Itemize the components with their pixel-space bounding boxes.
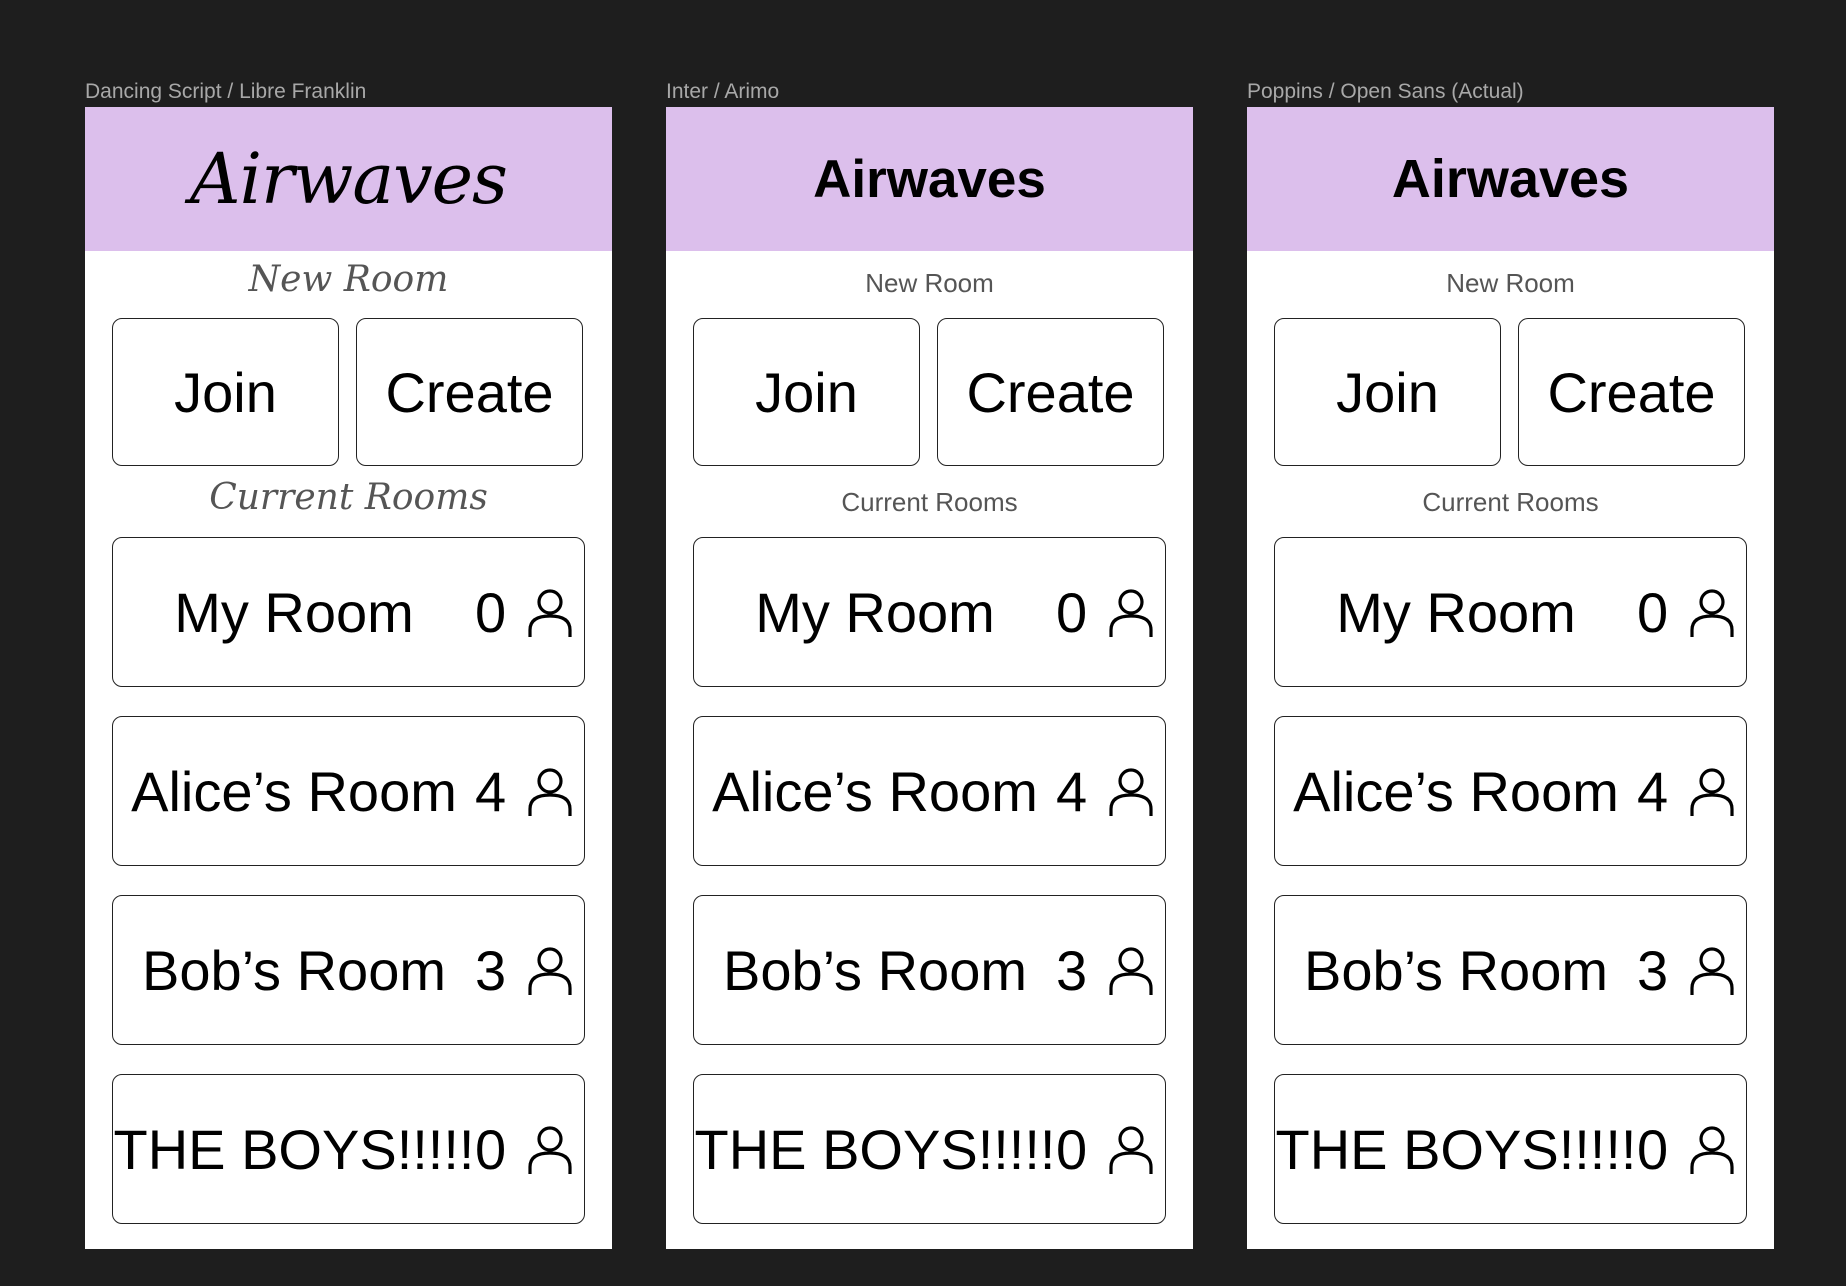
room-name: My Room (1336, 580, 1576, 644)
room-card-my-room[interactable]: My Room 0 (693, 537, 1166, 687)
frame-label: Inter / Arimo (666, 80, 780, 103)
user-icon (527, 767, 573, 817)
join-button[interactable]: Join (112, 318, 339, 466)
room-card-alices-room[interactable]: Alice’s Room 4 (693, 716, 1166, 866)
room-name: Bob’s Room (141, 938, 446, 1002)
room-name: THE BOYS!!!!! (1275, 1117, 1637, 1181)
current-rooms-label: Current Rooms (1422, 487, 1599, 517)
room-user-count: 4 (475, 759, 507, 823)
current-rooms-label: Current Rooms (209, 477, 488, 518)
room-card-bobs-room[interactable]: Bob’s Room 3 (112, 895, 585, 1045)
app-title: Airwaves (1391, 149, 1630, 209)
new-room-label: New Room (248, 259, 449, 300)
app-header: Airwaves (666, 107, 1193, 251)
user-icon (1108, 588, 1154, 638)
user-icon (1689, 767, 1735, 817)
room-name: Alice’s Room (131, 759, 457, 823)
room-card-the-boys[interactable]: THE BOYS!!!!! 0 (112, 1074, 585, 1224)
room-name: Alice’s Room (712, 759, 1038, 823)
user-icon (1689, 588, 1735, 638)
room-name: My Room (174, 580, 414, 644)
room-user-count: 4 (1637, 759, 1669, 823)
room-user-count: 0 (1056, 580, 1088, 644)
app-frame-poppins: Airwaves New Room Join Create Current Ro… (1247, 107, 1774, 1249)
room-card-alices-room[interactable]: Alice’s Room 4 (1274, 716, 1747, 866)
room-card-bobs-room[interactable]: Bob’s Room 3 (1274, 895, 1747, 1045)
room-user-count: 0 (475, 1117, 507, 1181)
join-button[interactable]: Join (693, 318, 920, 466)
create-button[interactable]: Create (356, 318, 583, 466)
room-card-alices-room[interactable]: Alice’s Room 4 (112, 716, 585, 866)
room-user-count: 3 (475, 938, 507, 1002)
create-button[interactable]: Create (1518, 318, 1745, 466)
user-icon (527, 946, 573, 996)
app-title: Airwaves (813, 149, 1046, 209)
create-button[interactable]: Create (937, 318, 1164, 466)
user-icon (1108, 946, 1154, 996)
room-name: THE BOYS!!!!! (694, 1117, 1056, 1181)
room-card-bobs-room[interactable]: Bob’s Room 3 (693, 895, 1166, 1045)
join-button[interactable]: Join (1274, 318, 1501, 466)
room-card-my-room[interactable]: My Room 0 (112, 537, 585, 687)
user-icon (527, 588, 573, 638)
current-rooms-label: Current Rooms (841, 487, 1018, 517)
app-frame-dancing-script: Airwaves New Room Join Create Current Ro… (85, 107, 612, 1249)
user-icon (1689, 1125, 1735, 1175)
room-card-the-boys[interactable]: THE BOYS!!!!! 0 (693, 1074, 1166, 1224)
room-user-count: 0 (1637, 580, 1669, 644)
room-card-my-room[interactable]: My Room 0 (1274, 537, 1747, 687)
room-user-count: 3 (1637, 938, 1669, 1002)
app-header: Airwaves (85, 107, 612, 251)
frame-label: Poppins / Open Sans (Actual) (1247, 80, 1524, 103)
app-title: Airwaves (190, 138, 508, 220)
new-room-label: New Room (1446, 268, 1575, 298)
app-frame-inter: Airwaves New Room Join Create Current Ro… (666, 107, 1193, 1249)
room-card-the-boys[interactable]: THE BOYS!!!!! 0 (1274, 1074, 1747, 1224)
room-user-count: 3 (1056, 938, 1088, 1002)
user-icon (1108, 767, 1154, 817)
room-name: THE BOYS!!!!! (113, 1117, 475, 1181)
room-name: My Room (755, 580, 995, 644)
room-name: Alice’s Room (1293, 759, 1619, 823)
room-user-count: 0 (1056, 1117, 1088, 1181)
room-name: Bob’s Room (1303, 938, 1608, 1002)
user-icon (1689, 946, 1735, 996)
room-name: Bob’s Room (722, 938, 1027, 1002)
room-user-count: 0 (475, 580, 507, 644)
user-icon (1108, 1125, 1154, 1175)
user-icon (527, 1125, 573, 1175)
new-room-label: New Room (865, 268, 994, 298)
frame-label: Dancing Script / Libre Franklin (85, 80, 367, 103)
room-user-count: 0 (1637, 1117, 1669, 1181)
room-user-count: 4 (1056, 759, 1088, 823)
app-header: Airwaves (1247, 107, 1774, 251)
